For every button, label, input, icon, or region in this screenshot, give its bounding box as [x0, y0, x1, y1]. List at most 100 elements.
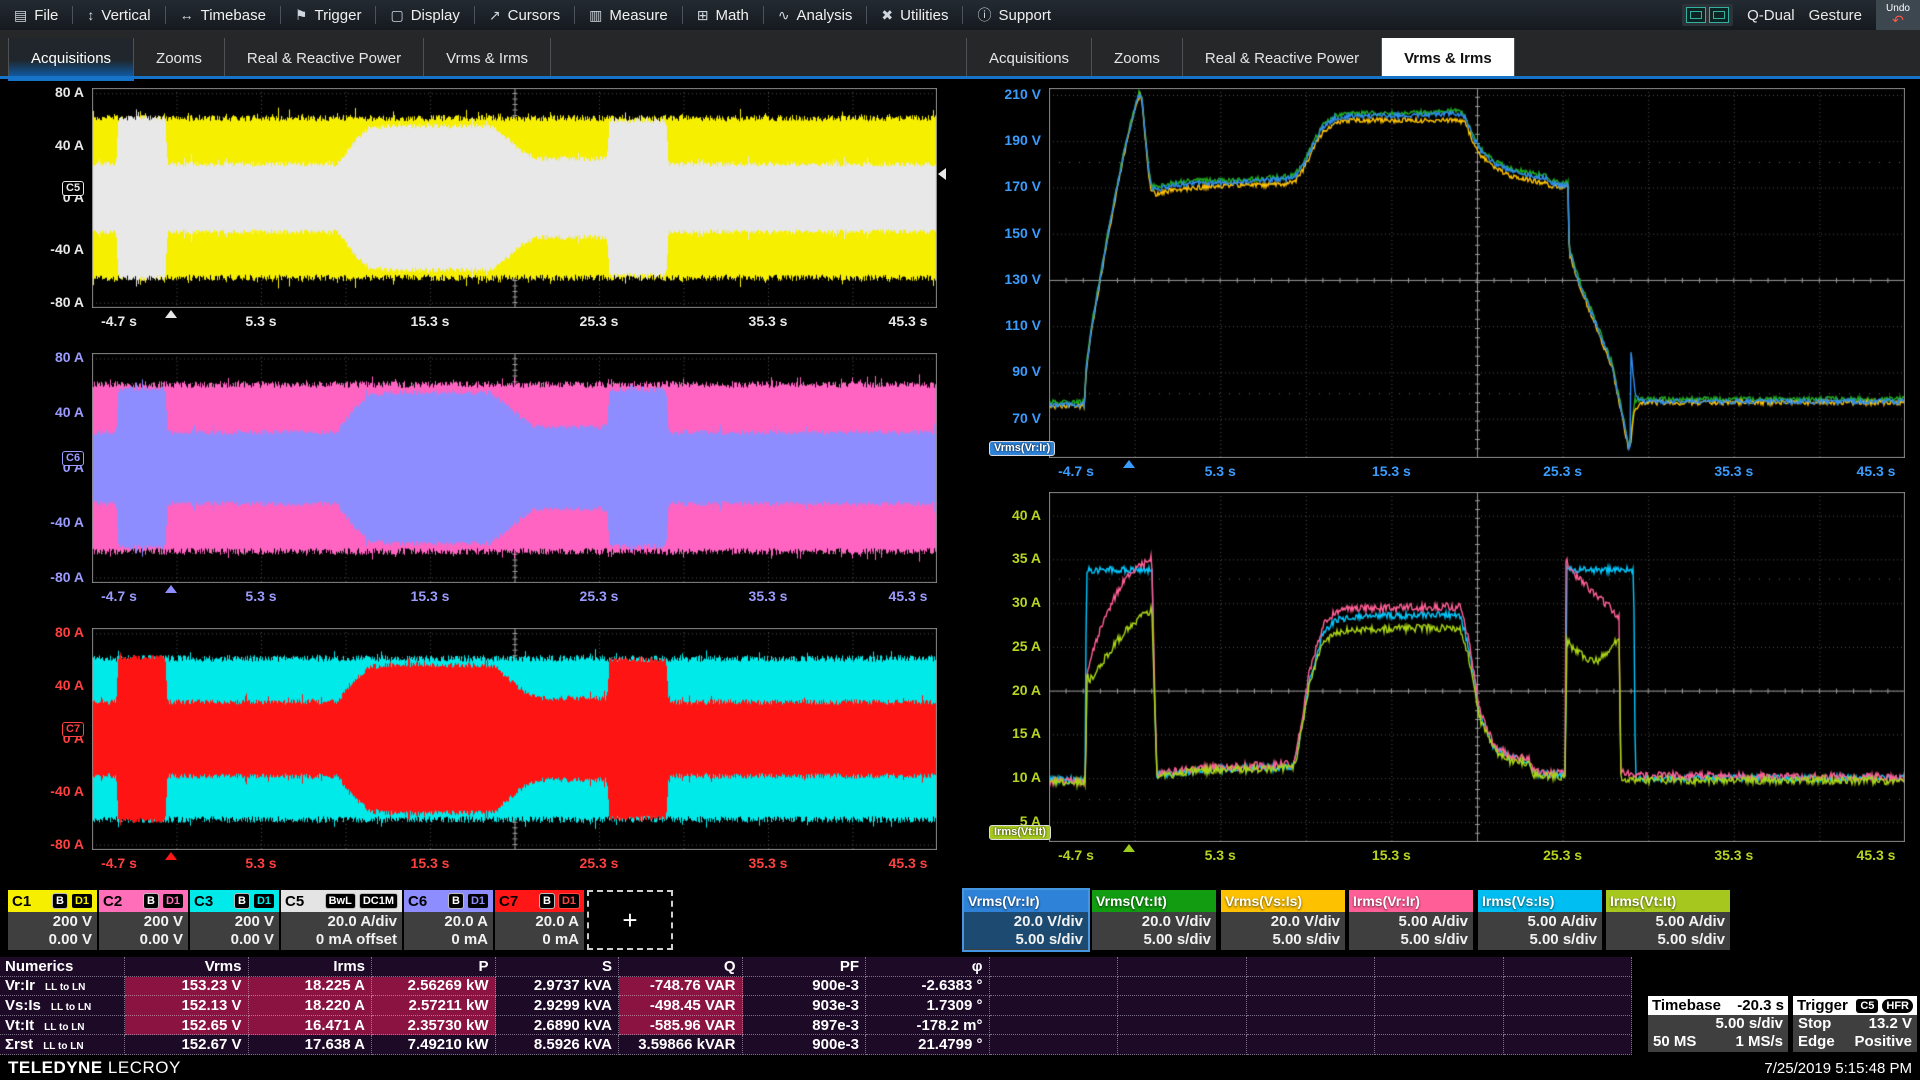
zero-badge-c7[interactable]: C7 [62, 722, 84, 737]
numerics-value: 152.67 V [125, 1035, 249, 1055]
tab-left-zooms[interactable]: Zooms [134, 38, 225, 78]
zero-badge-c6[interactable]: C6 [62, 451, 84, 466]
y-tick-label: 10 A [975, 769, 1041, 785]
vertical-icon: ↕ [87, 7, 94, 23]
channel-descriptor-c2[interactable]: C2BD1 200 V0.00 V [99, 890, 188, 950]
trace-label-vrms-vr-ir[interactable]: Vrms(Vr:Ir) [989, 441, 1055, 456]
tab-right-vrms-irms[interactable]: Vrms & Irms [1382, 38, 1515, 78]
numerics-value: -178.2 m° [866, 1016, 990, 1036]
menu-item-cursors[interactable]: ↗Cursors [475, 0, 574, 30]
channel-descriptor-c5[interactable]: C5BwLDC1M 20.0 A/div0 mA offset [281, 890, 402, 950]
x-tick-label: -4.7 s [74, 855, 164, 871]
x-tick-label: 15.3 s [1346, 847, 1436, 863]
menu-item-timebase[interactable]: ↔Timebase [166, 0, 280, 30]
x-tick-label: 45.3 s [863, 313, 953, 329]
tab-left-real-reactive-power[interactable]: Real & Reactive Power [225, 38, 424, 78]
trace-descriptor-irms-vs-is[interactable]: Irms(Vs:Is) 5.00 A/div5.00 s/div [1478, 890, 1602, 950]
plot-irms[interactable] [1049, 492, 1905, 842]
numerics-value: 17.638 A [249, 1035, 373, 1055]
trace-descriptor-irms-vt-it[interactable]: Irms(Vt:It) 5.00 A/div5.00 s/div [1606, 890, 1730, 950]
zero-badge-c5[interactable]: C5 [62, 181, 84, 196]
channel-scale: 20.0 A [500, 913, 579, 931]
channel-descriptor-c1[interactable]: C1BD1 200 V0.00 V [8, 890, 97, 950]
trigger-level-marker[interactable] [938, 168, 946, 180]
trace-label-irms-vt-it[interactable]: Irms(Vt:It) [989, 825, 1051, 840]
x-tick-label: 45.3 s [1831, 847, 1920, 863]
add-trace-button[interactable]: + [587, 890, 673, 950]
tab-left-acquisitions[interactable]: Acquisitions [8, 38, 134, 78]
trace-id: Vrms(Vt:It) [1096, 893, 1167, 909]
clock: 7/25/2019 5:15:48 PM [1764, 1060, 1912, 1077]
numerics-col-p: P [372, 957, 496, 977]
trigger-time-marker[interactable] [165, 310, 177, 318]
support-icon: ⓘ [977, 5, 991, 25]
numerics-value: -585.96 VAR [619, 1016, 743, 1036]
tab-right-real-reactive-power[interactable]: Real & Reactive Power [1183, 38, 1382, 78]
y-tick-label: 80 A [18, 84, 84, 100]
menu-item-display[interactable]: ▢Display [376, 0, 473, 30]
trace-descriptor-vrms-vt-it[interactable]: Vrms(Vt:It) 20.0 V/div5.00 s/div [1092, 890, 1216, 950]
y-tick-label: 80 A [18, 349, 84, 365]
undo-icon: ↶ [1892, 14, 1904, 26]
qdual-label[interactable]: Q-Dual [1747, 7, 1795, 24]
badge-bwl: BwL [325, 893, 356, 909]
tab-right-acquisitions[interactable]: Acquisitions [966, 38, 1092, 78]
trace-vdiv: 5.00 A/div [1483, 913, 1597, 931]
numerics-value: 2.9737 kVA [496, 977, 620, 997]
trigger-mode: Stop [1798, 1015, 1831, 1033]
tab-right-zooms[interactable]: Zooms [1092, 38, 1183, 78]
menu-item-analysis[interactable]: ∿Analysis [764, 0, 867, 30]
channel-descriptor-c6[interactable]: C6BD1 20.0 A0 mA [404, 890, 493, 950]
plot-acq-1[interactable] [92, 88, 937, 308]
undo-button[interactable]: Undo ↶ [1876, 0, 1920, 30]
numerics-value: 1.7309 ° [866, 996, 990, 1016]
numerics-row-label: Vs:Is [5, 997, 41, 1014]
numerics-value: -748.76 VAR [619, 977, 743, 997]
x-tick-label: -4.7 s [1031, 463, 1121, 479]
trace-descriptor-vrms-vr-ir[interactable]: Vrms(Vr:Ir) 20.0 V/div5.00 s/div [964, 890, 1088, 950]
trace-id: Irms(Vr:Ir) [1353, 893, 1420, 909]
plot-acq-2[interactable] [92, 353, 937, 583]
channel-descriptor-c3[interactable]: C3BD1 200 V0.00 V [190, 890, 279, 950]
menu-item-math[interactable]: ⊞Math [683, 0, 763, 30]
numerics-col-q: Q [619, 957, 743, 977]
x-tick-label: 25.3 s [554, 588, 644, 604]
channel-id: C2 [103, 893, 122, 910]
qdual-grid-icon[interactable] [1682, 4, 1733, 26]
channel-descriptor-c7[interactable]: C7BD1 20.0 A0 mA [495, 890, 584, 950]
y-tick-label: 80 A [18, 624, 84, 640]
trigger-time-marker[interactable] [1123, 844, 1135, 852]
y-tick-label: 15 A [975, 725, 1041, 741]
badge-d1: D1 [467, 893, 489, 909]
menu-item-support[interactable]: ⓘSupport [963, 0, 1065, 30]
trace-descriptor-irms-vr-ir[interactable]: Irms(Vr:Ir) 5.00 A/div5.00 s/div [1349, 890, 1473, 950]
numerics-empty [990, 1016, 1119, 1036]
numerics-col-s: S [496, 957, 620, 977]
cursors-icon: ↗ [489, 7, 501, 24]
numerics-value: 2.35730 kW [372, 1016, 496, 1036]
trigger-time-marker[interactable] [165, 852, 177, 860]
numerics-table[interactable]: NumericsVrmsIrmsPSQPFφVr:IrLL to LN153.2… [0, 957, 1632, 1055]
numerics-empty [1375, 1016, 1504, 1036]
x-tick-label: 15.3 s [385, 855, 475, 871]
y-tick-label: 190 V [975, 132, 1041, 148]
numerics-col-pf: PF [743, 957, 867, 977]
numerics-empty [1118, 977, 1247, 997]
plot-acq-3[interactable] [92, 628, 937, 850]
menu-item-utilities[interactable]: ✖Utilities [867, 0, 962, 30]
menu-item-vertical[interactable]: ↕Vertical [73, 0, 164, 30]
trigger-time-marker[interactable] [165, 585, 177, 593]
trace-descriptor-vrms-vs-is[interactable]: Vrms(Vs:Is) 20.0 V/div5.00 s/div [1221, 890, 1345, 950]
menu-item-measure[interactable]: ▥Measure [575, 0, 682, 30]
trigger-time-marker[interactable] [1123, 460, 1135, 468]
channel-offset: 0 mA [500, 931, 579, 949]
gesture-label[interactable]: Gesture [1809, 7, 1862, 24]
menu-item-trigger[interactable]: ⚑Trigger [281, 0, 376, 30]
y-tick-label: -40 A [18, 241, 84, 257]
math-icon: ⊞ [697, 7, 709, 24]
tab-left-vrms-irms[interactable]: Vrms & Irms [424, 38, 551, 78]
menu-item-file[interactable]: ▤File [0, 0, 72, 30]
trigger-panel[interactable]: Trigger C5 HFR Stop13.2 V EdgePositive [1793, 996, 1917, 1052]
timebase-panel[interactable]: Timebase -20.3 s 5.00 s/div 50 MS1 MS/s [1648, 996, 1788, 1052]
plot-vrms[interactable] [1049, 88, 1905, 458]
